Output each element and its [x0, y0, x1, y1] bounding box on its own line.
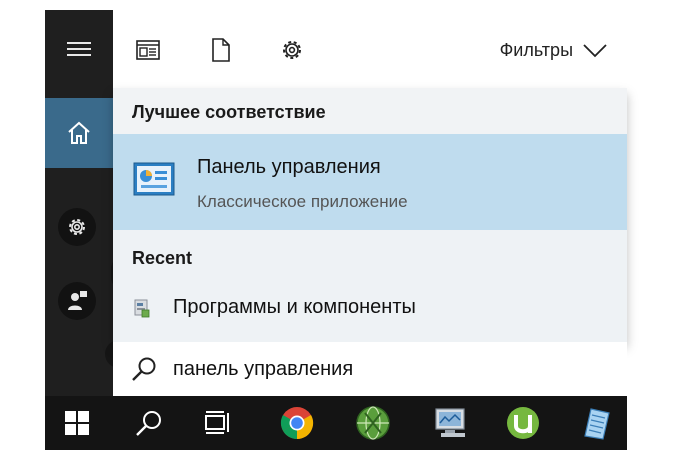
apps-icon	[136, 40, 160, 60]
start-button[interactable]	[45, 396, 109, 450]
search-results-panel: Лучшее соответствие Панель управления Кл…	[113, 88, 627, 342]
notepad-taskbar-button[interactable]	[565, 396, 629, 450]
apps-filter-button[interactable]	[135, 37, 161, 63]
chevron-down-icon	[583, 43, 607, 57]
search-icon	[136, 411, 161, 436]
hamburger-icon	[67, 42, 91, 56]
user-icon	[68, 291, 87, 310]
settings-icon	[283, 41, 301, 59]
chrome-icon	[280, 407, 314, 440]
programs-features-icon	[134, 299, 150, 318]
globe-app-taskbar-button[interactable]	[341, 396, 405, 450]
filters-label: Фильтры	[499, 40, 573, 60]
recent-item[interactable]: Программы и компоненты	[113, 284, 627, 334]
search-icon	[132, 357, 156, 381]
task-view-button[interactable]	[186, 396, 250, 450]
best-match-result[interactable]: Панель управления Классическое приложени…	[113, 134, 627, 230]
windows-start-icon	[65, 411, 89, 435]
best-match-subtitle: Классическое приложение	[197, 192, 408, 211]
search-filter-toolbar: Фильтры	[113, 10, 627, 88]
chrome-taskbar-button[interactable]	[265, 396, 329, 450]
recent-section: Recent Программы и компоненты	[113, 230, 627, 342]
taskbar-search-button[interactable]	[117, 396, 181, 450]
settings-icon	[69, 219, 85, 235]
rail-user-button[interactable]	[58, 282, 96, 320]
recent-item-label: Программы и компоненты	[173, 296, 416, 318]
utorrent-icon	[507, 407, 539, 439]
home-icon	[68, 121, 90, 144]
best-match-title: Панель управления	[197, 156, 381, 178]
best-match-header: Лучшее соответствие	[132, 102, 326, 122]
documents-filter-button[interactable]	[208, 37, 234, 63]
start-rail	[45, 10, 145, 396]
best-match-section: Лучшее соответствие	[113, 88, 627, 134]
computer-app-icon	[435, 408, 465, 437]
settings-filter-button[interactable]	[279, 37, 305, 63]
taskbar	[45, 396, 627, 450]
notepad-icon	[584, 408, 610, 440]
filters-dropdown[interactable]: Фильтры	[500, 40, 607, 61]
hamburger-button[interactable]	[45, 10, 113, 88]
search-input[interactable]	[173, 355, 593, 383]
control-panel-icon	[133, 162, 175, 196]
search-box	[113, 342, 627, 396]
task-view-icon	[205, 411, 229, 434]
recent-header: Recent	[132, 248, 193, 268]
documents-icon	[212, 38, 230, 62]
computer-app-taskbar-button[interactable]	[419, 396, 483, 450]
rail-settings-button[interactable]	[58, 208, 96, 246]
home-button[interactable]	[45, 98, 113, 168]
utorrent-taskbar-button[interactable]	[491, 396, 555, 450]
globe-app-icon	[356, 406, 390, 440]
